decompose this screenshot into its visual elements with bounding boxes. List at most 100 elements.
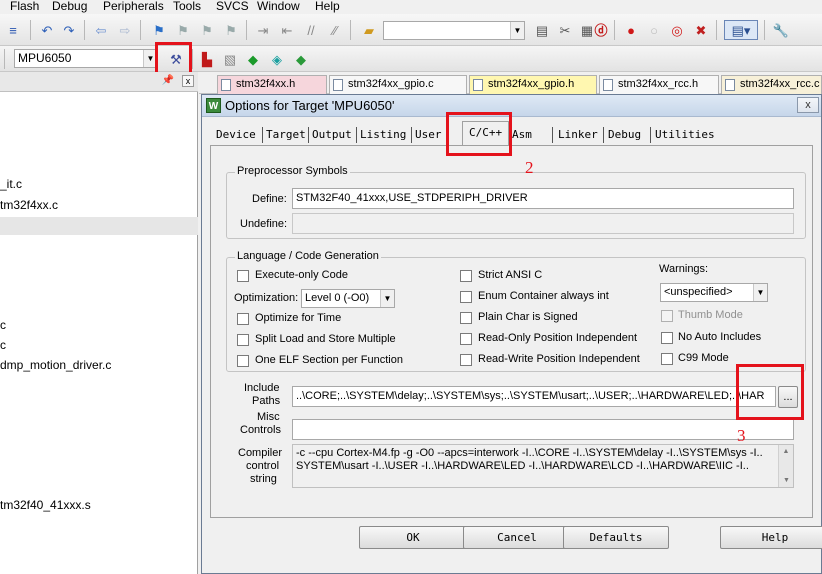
close-icon[interactable]: x	[182, 75, 194, 87]
tab-stm32f4xx-rcc-h[interactable]: stm32f4xx_rcc.h	[599, 75, 719, 94]
project-file-item[interactable]: c	[0, 318, 6, 332]
indent-icon[interactable]: ⇥	[254, 21, 272, 39]
optimization-select[interactable]: Level 0 (-O0) ▼	[301, 289, 395, 308]
strict-ansi-label: Strict ANSI C	[478, 269, 543, 281]
misc-controls-input[interactable]	[292, 419, 794, 440]
toolbar-separator	[350, 20, 351, 40]
project-pane-header: 📌 x	[0, 72, 198, 92]
undo-icon[interactable]: ↶	[38, 21, 56, 39]
dialog-close-button[interactable]: x	[797, 97, 819, 113]
open-folder-icon[interactable]: ▰	[360, 21, 378, 39]
tab-user[interactable]: User	[415, 124, 442, 145]
nav-forward-icon[interactable]: ⇨	[116, 21, 134, 39]
unindent-icon[interactable]: ⇤	[278, 21, 296, 39]
select-packs-icon[interactable]: ◆	[244, 50, 262, 68]
chevron-down-icon[interactable]: ▼	[753, 284, 767, 301]
align-icon[interactable]: ≡	[4, 21, 22, 39]
cancel-button[interactable]: Cancel	[463, 526, 571, 549]
window-layout-icon[interactable]: ▤▾	[724, 20, 758, 40]
one-elf-checkbox[interactable]	[237, 355, 249, 367]
uncomment-icon[interactable]: ⁄⁄	[326, 21, 344, 39]
prev-bookmark-icon[interactable]: ⚑	[174, 21, 192, 39]
debug-start-icon[interactable]: ⓓ	[592, 21, 610, 39]
menu-help[interactable]: Help	[315, 0, 340, 12]
manage-rte-icon[interactable]: ◈	[268, 50, 286, 68]
scroll-down-icon[interactable]: ▼	[779, 474, 793, 487]
ok-button[interactable]: OK	[359, 526, 467, 549]
strict-ansi-checkbox[interactable]	[460, 270, 472, 282]
no-auto-includes-checkbox[interactable]	[661, 332, 673, 344]
comment-icon[interactable]: //	[302, 21, 320, 39]
one-elf-label: One ELF Section per Function	[255, 354, 403, 366]
optimize-time-checkbox[interactable]	[237, 313, 249, 325]
tab-debug[interactable]: Debug	[608, 124, 641, 145]
redo-icon[interactable]: ↷	[60, 21, 78, 39]
toolbar-separator	[4, 49, 5, 69]
project-file-item[interactable]: _it.c	[0, 177, 22, 191]
optimize-time-label: Optimize for Time	[255, 312, 342, 324]
tab-asm[interactable]: Asm	[512, 124, 532, 145]
thumb-mode-checkbox[interactable]	[661, 310, 673, 322]
editor-tabs: stm32f4xx.h stm32f4xx_gpio.c stm32f4xx_g…	[199, 72, 822, 94]
defaults-button[interactable]: Defaults	[563, 526, 669, 549]
pack-installer-icon[interactable]: ◆	[292, 50, 310, 68]
chevron-down-icon[interactable]: ▼	[510, 22, 524, 39]
kill-breakpoints-icon[interactable]: ✖	[692, 21, 710, 39]
find-in-files-icon[interactable]: ▤	[533, 21, 551, 39]
compiler-control-string: -c --cpu Cortex-M4.fp -g -O0 --apcs=inte…	[292, 444, 794, 488]
menu-debug[interactable]: Debug	[52, 0, 87, 12]
ropi-checkbox[interactable]	[460, 333, 472, 345]
bookmark-icon[interactable]: ⚑	[150, 21, 168, 39]
menu-tools[interactable]: Tools	[173, 0, 201, 12]
tab-stm32f4xx-rcc-c[interactable]: stm32f4xx_rcc.c	[721, 75, 822, 94]
clear-bookmarks-icon[interactable]: ⚑	[222, 21, 240, 39]
tab-separator	[650, 127, 651, 143]
menu-flash[interactable]: Flash	[10, 0, 39, 12]
toolbar-separator	[84, 20, 85, 40]
menu-peripherals[interactable]: Peripherals	[103, 0, 164, 12]
rwpi-checkbox[interactable]	[460, 354, 472, 366]
tab-listing[interactable]: Listing	[360, 124, 406, 145]
define-input[interactable]: STM32F40_41xxx,USE_STDPERIPH_DRIVER	[292, 188, 794, 209]
project-file-item[interactable]: tm32f4xx.c	[0, 198, 58, 212]
nav-back-icon[interactable]: ⇦	[92, 21, 110, 39]
manage-project-items-icon[interactable]: ▙	[198, 50, 216, 68]
disable-breakpoint-icon[interactable]: ○	[645, 21, 663, 39]
tab-stm32f4xx-gpio-h[interactable]: stm32f4xx_gpio.h	[469, 75, 597, 94]
configure-icon[interactable]: 🔧	[772, 21, 790, 39]
tab-stm32f4xx-h[interactable]: stm32f4xx.h	[217, 75, 327, 94]
c99-mode-checkbox[interactable]	[661, 353, 673, 365]
plain-char-checkbox[interactable]	[460, 312, 472, 324]
chevron-down-icon[interactable]: ▼	[380, 290, 394, 307]
include-paths-input[interactable]: ..\CORE;..\SYSTEM\delay;..\SYSTEM\sys;..…	[292, 386, 776, 407]
tab-stm32f4xx-gpio-c[interactable]: stm32f4xx_gpio.c	[329, 75, 467, 94]
tab-output[interactable]: Output	[312, 124, 352, 145]
breakpoint-icon[interactable]: ●	[622, 21, 640, 39]
tab-utilities[interactable]: Utilities	[655, 124, 715, 145]
scroll-up-icon[interactable]: ▲	[779, 445, 793, 458]
enum-container-checkbox[interactable]	[460, 291, 472, 303]
help-button[interactable]: Help	[720, 526, 822, 549]
split-load-checkbox[interactable]	[237, 334, 249, 346]
include-label-line1: Include	[244, 382, 280, 394]
file-extensions-icon[interactable]: ▧	[221, 50, 239, 68]
next-bookmark-icon[interactable]: ⚑	[198, 21, 216, 39]
tab-linker[interactable]: Linker	[558, 124, 598, 145]
project-file-item[interactable]: tm32f40_41xxx.s	[0, 498, 91, 512]
execute-only-checkbox[interactable]	[237, 270, 249, 282]
disable-all-breakpoints-icon[interactable]: ◎	[668, 21, 686, 39]
pin-icon[interactable]: 📌	[162, 75, 174, 86]
menu-svcs[interactable]: SVCS	[216, 0, 249, 12]
tab-device[interactable]: Device	[216, 124, 256, 145]
menu-window[interactable]: Window	[257, 0, 300, 12]
undefine-input[interactable]	[292, 213, 794, 234]
project-file-item[interactable]: c	[0, 338, 6, 352]
find-combo[interactable]: ▼	[383, 21, 525, 40]
warnings-select[interactable]: <unspecified> ▼	[660, 283, 768, 302]
find-icon[interactable]: ✂	[556, 21, 574, 39]
rwpi-label: Read-Write Position Independent	[478, 353, 640, 365]
tab-target[interactable]: Target	[266, 124, 306, 145]
project-file-item[interactable]: dmp_motion_driver.c	[0, 358, 111, 372]
target-select[interactable]: MPU6050 ▼	[14, 49, 158, 68]
compiler-scrollbar[interactable]: ▲ ▼	[778, 445, 793, 487]
